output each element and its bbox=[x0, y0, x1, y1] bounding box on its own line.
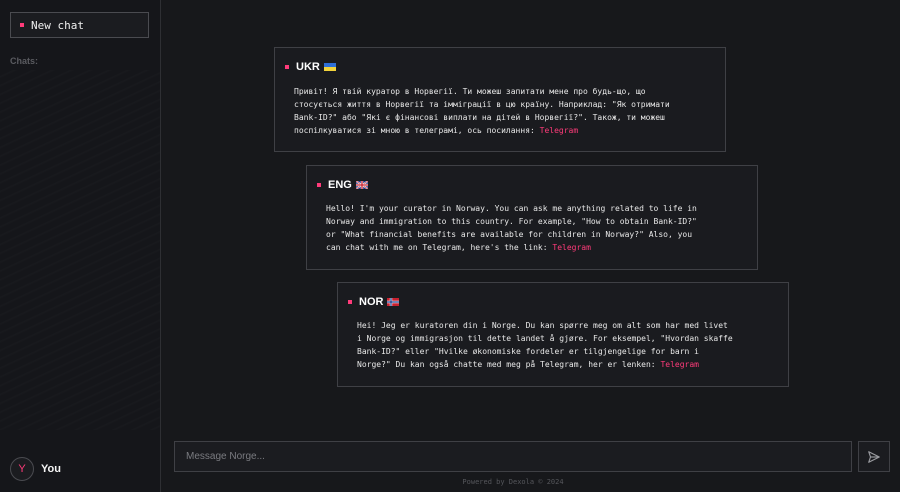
bullet-icon bbox=[20, 23, 24, 27]
bullet-icon bbox=[348, 300, 352, 304]
message-text: Hei! Jeg er kuratoren din i Norge. Du ka… bbox=[357, 321, 733, 369]
bullet-icon bbox=[285, 65, 289, 69]
message-text: Привіт! Я твій куратор в Норвегії. Ти мо… bbox=[294, 87, 670, 135]
language-label: UKR bbox=[296, 61, 320, 73]
ukraine-flag-icon bbox=[323, 63, 336, 71]
chats-label: Chats: bbox=[10, 56, 39, 66]
language-label: NOR bbox=[359, 296, 384, 308]
norway-flag-icon bbox=[387, 298, 400, 306]
telegram-link[interactable]: Telegram bbox=[660, 360, 699, 369]
message-composer bbox=[174, 441, 852, 472]
footer-credit: Powered by Dexola © 2024 bbox=[462, 478, 564, 486]
language-label: ENG bbox=[328, 179, 352, 191]
card-header: UKR bbox=[285, 61, 336, 73]
message-text: Hello! I'm your curator in Norway. You c… bbox=[326, 204, 697, 252]
avatar: Y bbox=[10, 457, 34, 481]
sidebar: New chat Chats: Y You bbox=[0, 0, 161, 492]
card-header: ENG bbox=[317, 179, 368, 191]
message-card-nor: NOR Hei! Jeg er kuratoren din i Norge. D… bbox=[337, 282, 789, 387]
card-header: NOR bbox=[348, 296, 400, 308]
telegram-link[interactable]: Telegram bbox=[540, 126, 579, 135]
send-button[interactable] bbox=[858, 441, 890, 472]
message-input[interactable] bbox=[186, 442, 851, 471]
user-profile[interactable]: Y You bbox=[10, 457, 61, 481]
uk-flag-icon bbox=[355, 181, 368, 189]
telegram-link[interactable]: Telegram bbox=[552, 243, 591, 252]
message-card-eng: ENG Hello! I'm your curator in Norway. Y… bbox=[306, 165, 758, 270]
bullet-icon bbox=[317, 183, 321, 187]
sidebar-background-texture bbox=[0, 70, 160, 430]
new-chat-label: New chat bbox=[31, 18, 84, 32]
send-icon bbox=[868, 450, 880, 463]
user-name: You bbox=[41, 463, 61, 475]
new-chat-button[interactable]: New chat bbox=[10, 12, 149, 38]
message-card-ukr: UKR Привіт! Я твій куратор в Норвегії. Т… bbox=[274, 47, 726, 152]
